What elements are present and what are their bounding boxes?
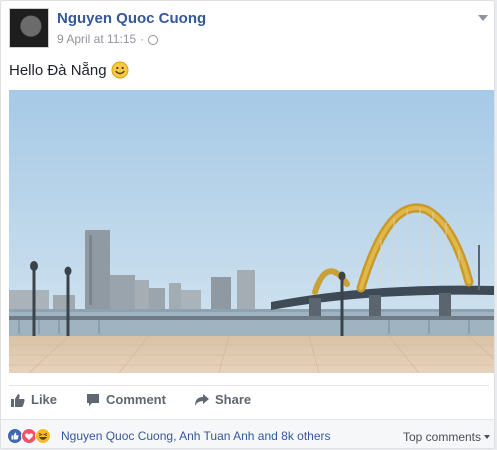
comment-label: Comment xyxy=(106,392,166,407)
thumbs-up-icon xyxy=(11,393,25,407)
comment-button[interactable]: Comment xyxy=(86,392,166,407)
photo-dragon-bridge xyxy=(9,90,494,373)
avatar[interactable] xyxy=(9,8,49,48)
share-button[interactable]: Share xyxy=(194,392,251,407)
like-label: Like xyxy=(31,392,58,407)
post-photo[interactable] xyxy=(9,90,494,373)
post-card: Nguyen Quoc Cuong 9 April at 11:15 · Hel… xyxy=(0,0,495,449)
reactors-summary[interactable]: Nguyen Quoc Cuong, Anh Tuan Anh and 8k o… xyxy=(61,429,331,443)
post-header: Nguyen Quoc Cuong 9 April at 11:15 · xyxy=(9,8,489,50)
action-bar: Like Comment Share xyxy=(9,385,489,416)
globe-icon[interactable] xyxy=(148,35,159,45)
share-icon xyxy=(195,393,209,406)
comment-icon xyxy=(87,393,99,406)
post-text-content: Hello Đà Nẵng xyxy=(9,61,107,79)
post-meta: 9 April at 11:15 · xyxy=(57,32,159,46)
top-comments-label: Top comments xyxy=(402,430,481,444)
haha-reaction-icon xyxy=(35,428,51,444)
post-options-icon[interactable] xyxy=(478,15,488,21)
like-button[interactable]: Like xyxy=(11,392,57,407)
caret-down-icon xyxy=(484,435,490,439)
reactions-bar: Nguyen Quoc Cuong, Anh Tuan Anh and 8k o… xyxy=(1,419,494,448)
love-reaction-icon xyxy=(21,428,37,444)
post-text: Hello Đà Nẵng xyxy=(9,61,129,79)
reaction-icons[interactable] xyxy=(7,428,57,444)
smiley-icon xyxy=(111,61,129,79)
top-comments-dropdown[interactable]: Top comments xyxy=(403,430,490,444)
timestamp[interactable]: 9 April at 11:15 xyxy=(57,32,136,46)
author-name[interactable]: Nguyen Quoc Cuong xyxy=(57,10,206,27)
share-label: Share xyxy=(215,392,252,407)
meta-separator: · xyxy=(140,32,145,46)
like-reaction-icon xyxy=(7,428,23,444)
